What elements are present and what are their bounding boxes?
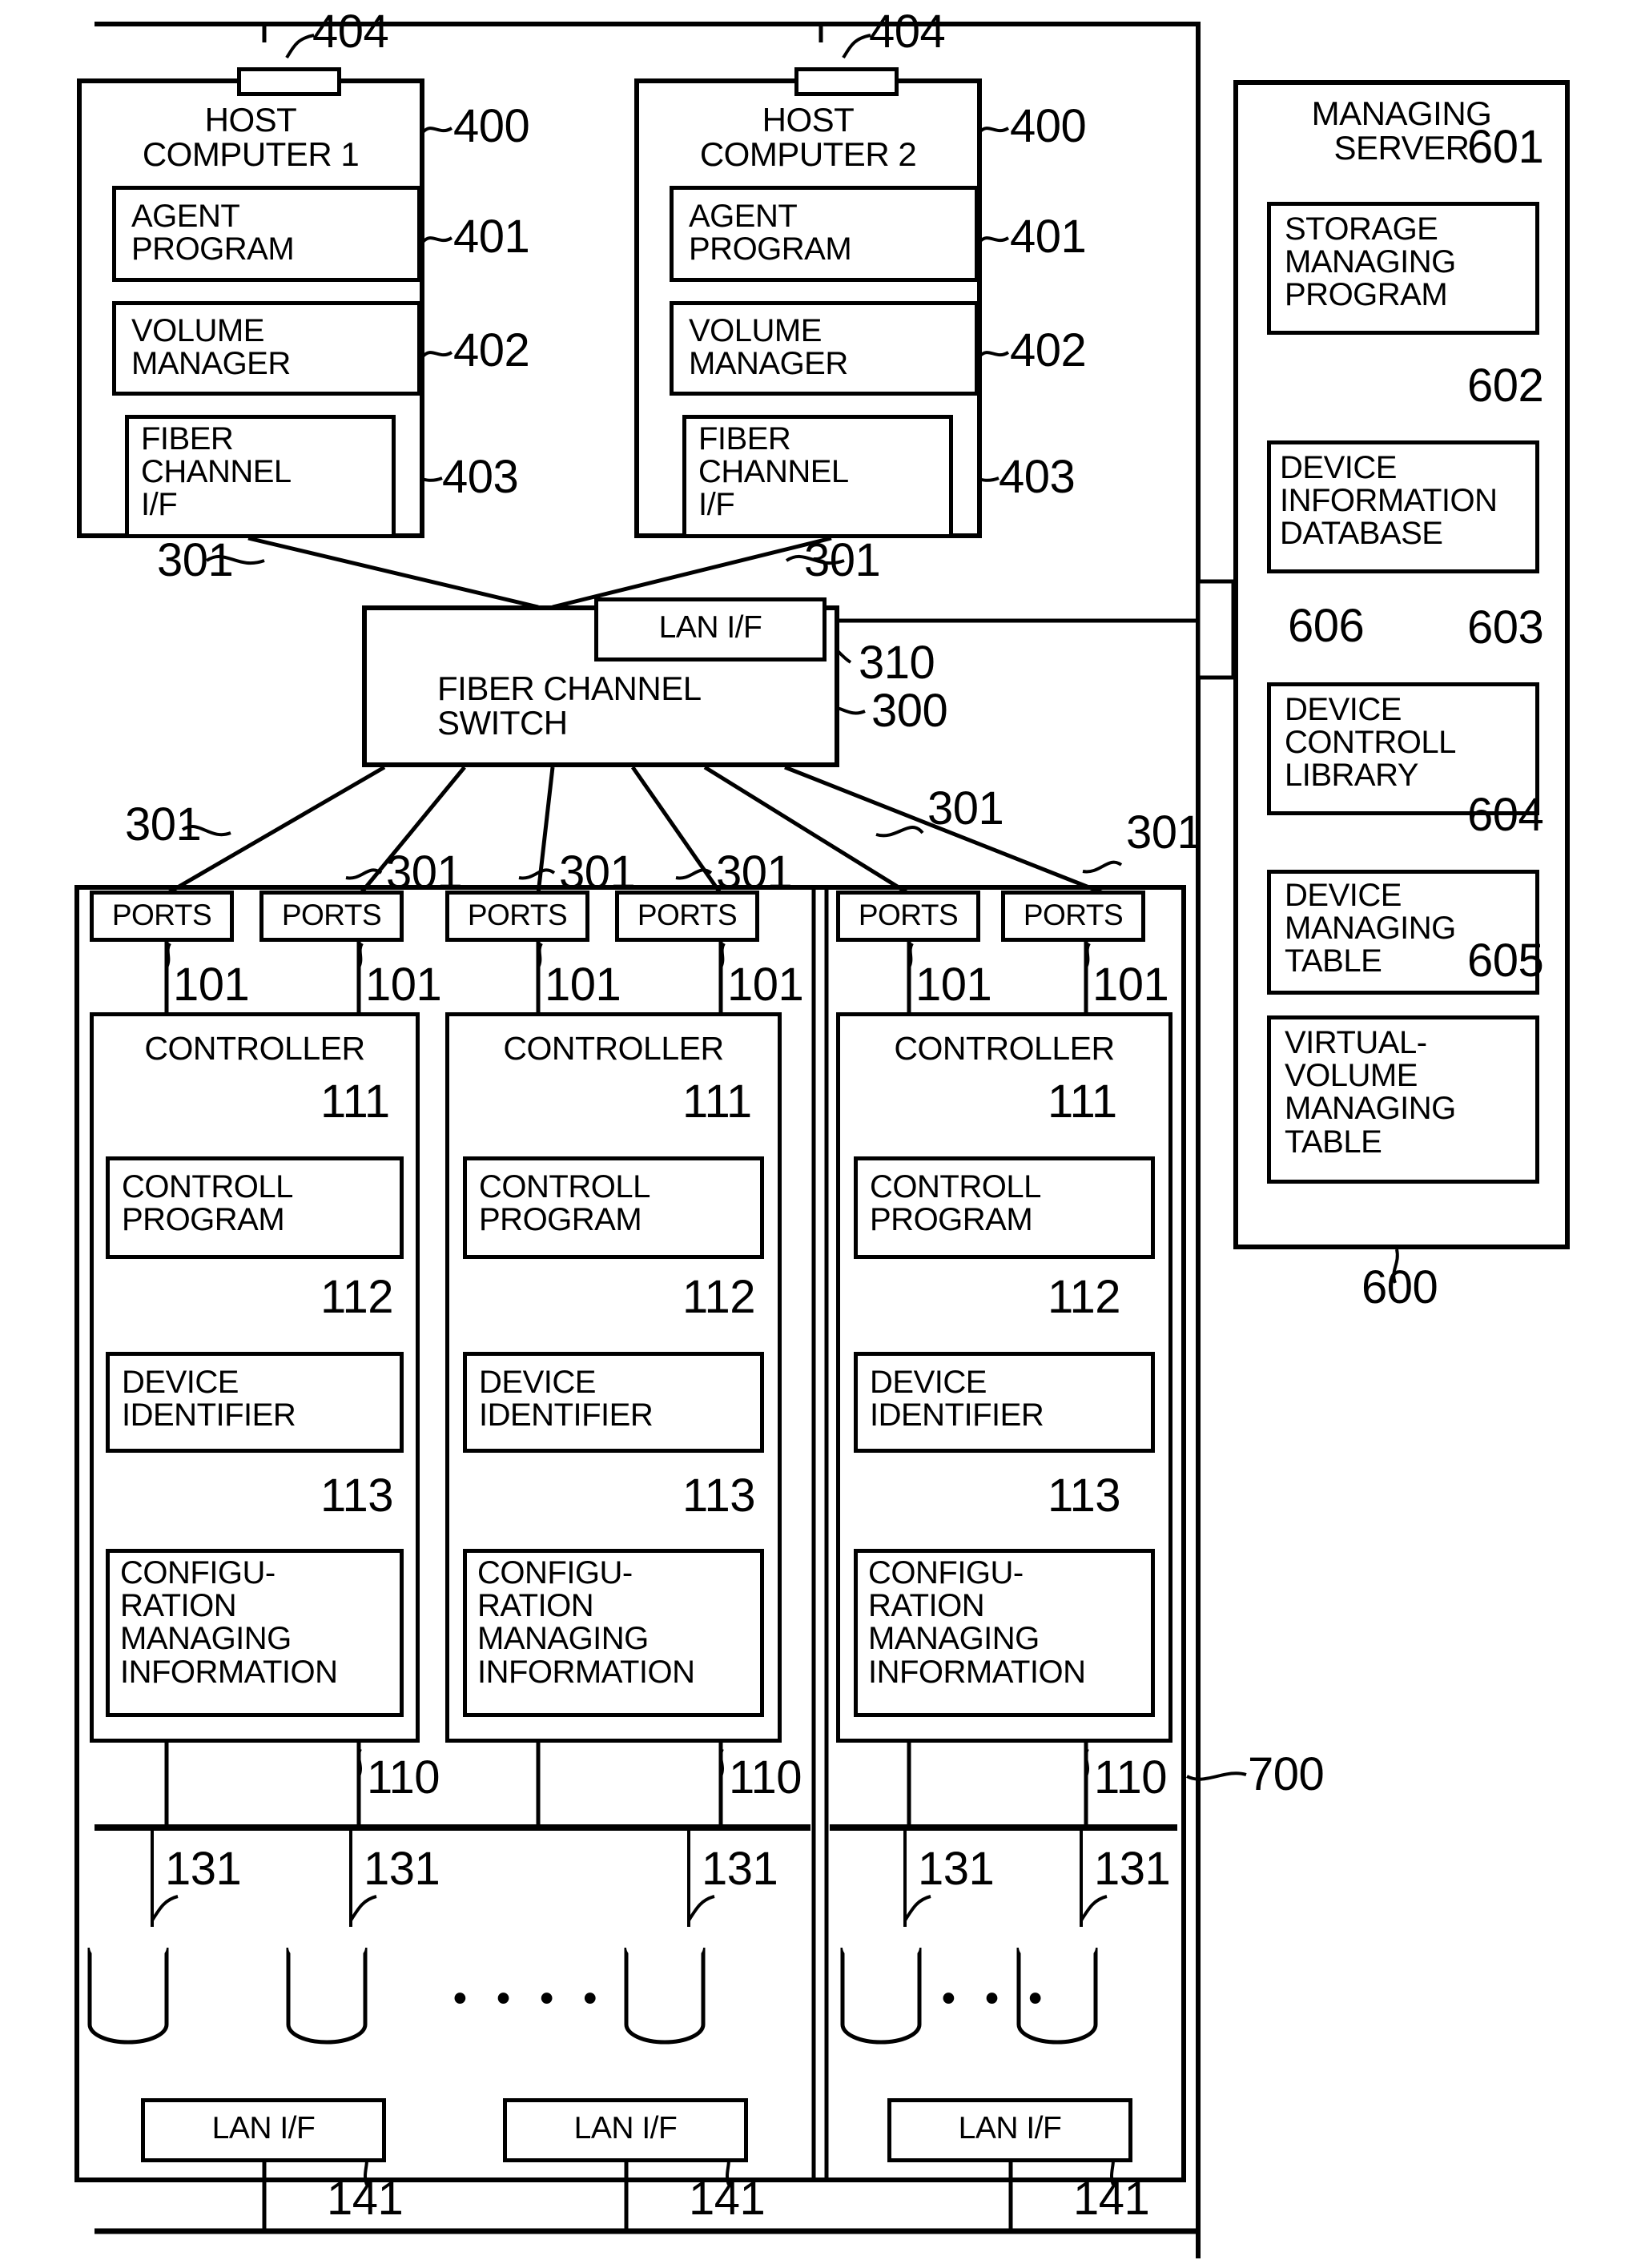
- device-identifier-label-3: DEVICE IDENTIFIER: [870, 1365, 1044, 1434]
- ports-2-label: PORTS: [281, 899, 382, 931]
- ref-400-host1: 400: [453, 100, 530, 152]
- device-information-database-label: DEVICE INFORMATION DATABASE: [1280, 450, 1498, 552]
- ref-400-host2: 400: [1010, 100, 1087, 152]
- ref-301-link-1: 301: [125, 798, 202, 850]
- ref-101-4: 101: [727, 959, 804, 1011]
- ref-111-1: 111: [320, 1076, 390, 1128]
- disk-ellipsis-unit-1-2: • • • •: [453, 1977, 607, 2020]
- ports-3-label: PORTS: [467, 899, 568, 931]
- host-computer-2-port-connector: [794, 67, 899, 96]
- ports-6-label: PORTS: [1023, 899, 1124, 931]
- ref-301-link-5: 301: [927, 782, 1004, 834]
- host2-fiber-channel-if-label: FIBER CHANNEL I/F: [698, 421, 849, 523]
- fiber-channel-switch-title: FIBER CHANNEL SWITCH: [437, 670, 702, 742]
- ref-113-3: 113: [1048, 1470, 1120, 1522]
- ports-4-label: PORTS: [637, 899, 738, 931]
- ref-401-host2: 401: [1010, 211, 1087, 263]
- ref-131-2: 131: [364, 1843, 440, 1895]
- device-identifier-label-1: DEVICE IDENTIFIER: [122, 1365, 296, 1434]
- host2-agent-program-label: AGENT PROGRAM: [689, 199, 852, 267]
- ref-402-host2: 402: [1010, 324, 1087, 376]
- ref-113-2: 113: [682, 1470, 755, 1522]
- ref-113-1: 113: [320, 1470, 393, 1522]
- ref-605: 605: [1467, 935, 1544, 987]
- host1-fiber-channel-if-label: FIBER CHANNEL I/F: [141, 421, 292, 523]
- storage-lan-if-2-label: LAN I/F: [573, 2111, 678, 2145]
- controller-2-title: CONTROLLER: [503, 1030, 724, 1067]
- controller-1-title: CONTROLLER: [144, 1030, 365, 1067]
- controll-program-label-3: CONTROLL PROGRAM: [870, 1169, 1041, 1238]
- ref-131-4: 131: [918, 1843, 995, 1895]
- ref-401-host1: 401: [453, 211, 530, 263]
- controller-3-title: CONTROLLER: [894, 1030, 1115, 1067]
- controll-program-label-2: CONTROLL PROGRAM: [479, 1169, 650, 1238]
- ref-606: 606: [1288, 600, 1365, 652]
- ref-110-2: 110: [729, 1751, 802, 1804]
- ref-404-host1: 404: [312, 6, 389, 58]
- disk-ellipsis-unit-3: • • •: [942, 1977, 1052, 2020]
- ref-101-2: 101: [365, 959, 442, 1011]
- ref-301-host2: 301: [804, 534, 881, 586]
- ref-141-2: 141: [689, 2173, 766, 2225]
- configuration-managing-info-label-2: CONFIGU- RATION MANAGING INFORMATION: [477, 1555, 695, 1690]
- ref-310: 310: [859, 637, 935, 689]
- host1-volume-manager-label: VOLUME MANAGER: [131, 313, 291, 382]
- host1-agent-program-label: AGENT PROGRAM: [131, 199, 295, 267]
- ref-301-link-2: 301: [386, 846, 463, 899]
- ref-301-host1: 301: [157, 534, 234, 586]
- ref-111-3: 111: [1048, 1076, 1117, 1128]
- ref-403-host2: 403: [999, 451, 1076, 503]
- ref-101-6: 101: [1092, 959, 1169, 1011]
- configuration-managing-info-label-3: CONFIGU- RATION MANAGING INFORMATION: [868, 1555, 1086, 1690]
- device-identifier-label-2: DEVICE IDENTIFIER: [479, 1365, 654, 1434]
- ref-110-3: 110: [1094, 1751, 1167, 1804]
- host-computer-1-port-connector: [237, 67, 341, 96]
- device-controll-library-label: DEVICE CONTROLL LIBRARY: [1285, 692, 1456, 794]
- figure-canvas: HOST COMPUTER 1 AGENT PROGRAM VOLUME MAN…: [0, 0, 1633, 2268]
- ref-141-3: 141: [1073, 2173, 1150, 2225]
- ref-110-1: 110: [367, 1751, 440, 1804]
- ports-1-label: PORTS: [111, 899, 212, 931]
- virtual-volume-managing-table-label: VIRTUAL- VOLUME MANAGING TABLE: [1285, 1025, 1456, 1160]
- ref-131-5: 131: [1094, 1843, 1171, 1895]
- ref-601: 601: [1467, 121, 1544, 173]
- ref-404-host2: 404: [869, 6, 946, 58]
- storage-lan-if-3-label: LAN I/F: [958, 2111, 1062, 2145]
- ref-602: 602: [1467, 360, 1544, 412]
- host2-volume-manager-label: VOLUME MANAGER: [689, 313, 848, 382]
- ref-101-1: 101: [173, 959, 250, 1011]
- ref-112-1: 112: [320, 1271, 393, 1323]
- ref-101-3: 101: [545, 959, 621, 1011]
- ref-111-2: 111: [682, 1076, 752, 1128]
- ports-5-label: PORTS: [858, 899, 959, 931]
- fiber-channel-switch-lan-if-label: LAN I/F: [658, 610, 762, 645]
- ref-101-5: 101: [915, 959, 992, 1011]
- storage-managing-program-label: STORAGE MANAGING PROGRAM: [1285, 211, 1456, 313]
- configuration-managing-info-label-1: CONFIGU- RATION MANAGING INFORMATION: [120, 1555, 338, 1690]
- host-computer-2-title: HOST COMPUTER 2: [699, 101, 917, 174]
- ref-402-host1: 402: [453, 324, 530, 376]
- ref-604: 604: [1467, 789, 1544, 841]
- controll-program-label-1: CONTROLL PROGRAM: [122, 1169, 293, 1238]
- ref-112-2: 112: [682, 1271, 755, 1323]
- ref-301-link-6: 301: [1126, 806, 1203, 859]
- ref-700: 700: [1248, 1748, 1325, 1800]
- ref-112-3: 112: [1048, 1271, 1120, 1323]
- ref-300: 300: [871, 685, 948, 737]
- ref-603: 603: [1467, 601, 1544, 653]
- ref-600: 600: [1362, 1261, 1438, 1313]
- ref-403-host1: 403: [442, 451, 519, 503]
- ref-131-1: 131: [165, 1843, 242, 1895]
- ref-301-link-4: 301: [716, 846, 793, 899]
- ref-131-3: 131: [702, 1843, 778, 1895]
- host-computer-1-title: HOST COMPUTER 1: [142, 101, 360, 174]
- ref-301-link-3: 301: [559, 846, 636, 899]
- ref-141-1: 141: [327, 2173, 404, 2225]
- storage-lan-if-1-label: LAN I/F: [211, 2111, 316, 2145]
